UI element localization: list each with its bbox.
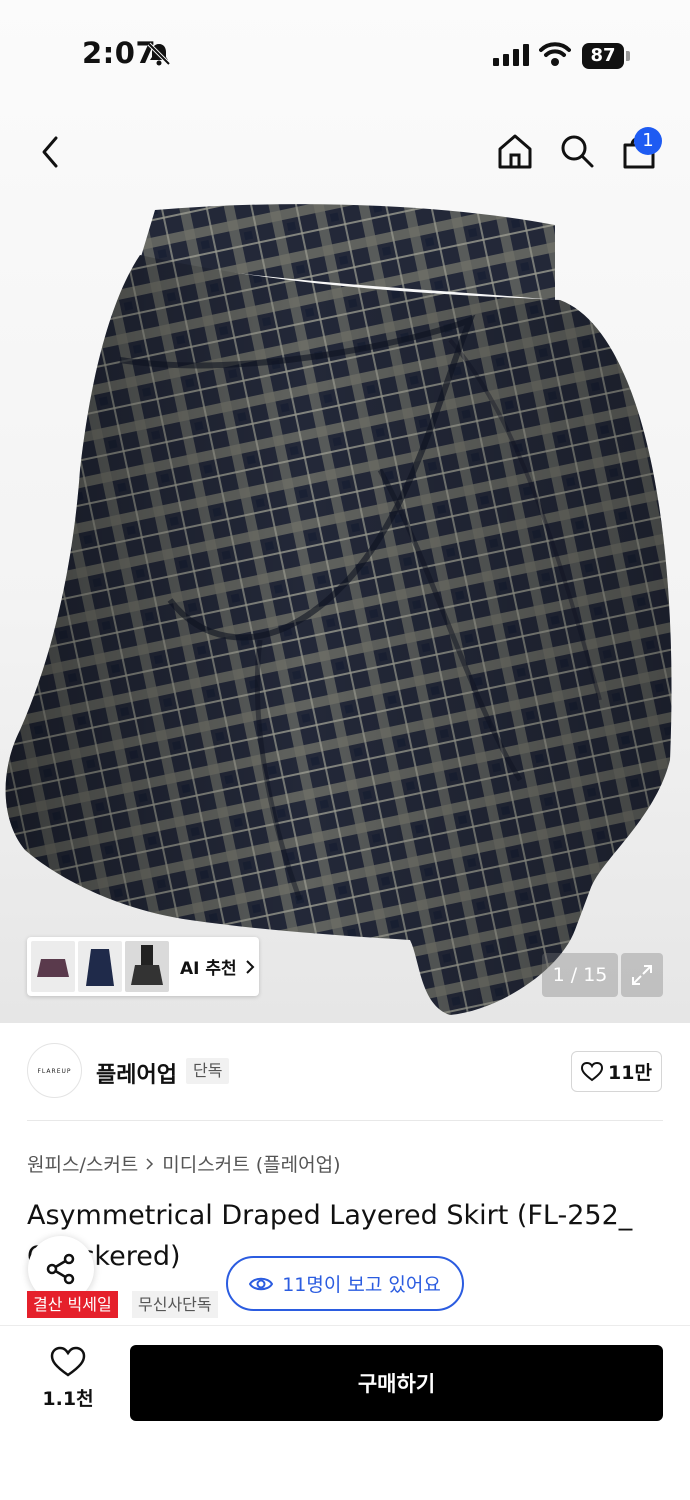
exclusive-tag: 단독 bbox=[186, 1058, 230, 1084]
brand-like-button[interactable]: 11만 bbox=[571, 1051, 662, 1092]
expand-image-button[interactable] bbox=[621, 953, 663, 997]
bottom-bar-divider bbox=[0, 1325, 690, 1326]
breadcrumb-category[interactable]: 원피스/스커트 bbox=[27, 1150, 138, 1177]
search-icon bbox=[561, 135, 594, 168]
search-button[interactable] bbox=[556, 130, 598, 172]
share-icon bbox=[46, 1253, 75, 1285]
ai-recommend-button[interactable]: AI 추천 bbox=[27, 937, 259, 996]
brand-like-count: 11만 bbox=[608, 1062, 652, 1084]
breadcrumb-chevron-icon bbox=[146, 1157, 154, 1170]
chevron-right-icon bbox=[245, 959, 255, 974]
back-chevron-icon bbox=[42, 136, 58, 168]
back-button[interactable] bbox=[30, 132, 70, 172]
buy-button[interactable]: 구매하기 bbox=[130, 1345, 663, 1421]
ai-recommend-label: AI 추천 bbox=[180, 959, 237, 979]
home-button[interactable] bbox=[494, 130, 536, 172]
heart-icon bbox=[581, 1061, 604, 1081]
wishlist-button[interactable]: 1.1천 bbox=[36, 1346, 100, 1416]
breadcrumb: 원피스/스커트 미디스커트 (플레어업) bbox=[27, 1150, 340, 1177]
breadcrumb-subcategory[interactable]: 미디스커트 (플레어업) bbox=[162, 1150, 340, 1177]
viewers-badge: 11명이 보고 있어요 bbox=[226, 1256, 464, 1311]
cart-count-badge: 1 bbox=[634, 127, 662, 155]
battery-tip bbox=[626, 51, 630, 61]
image-counter: 1 / 15 bbox=[542, 953, 618, 997]
eye-icon bbox=[249, 1277, 274, 1290]
viewers-text: 11명이 보고 있어요 bbox=[282, 1274, 441, 1296]
status-bar: 2:07 87 bbox=[0, 0, 690, 100]
home-icon bbox=[498, 134, 532, 169]
heart-icon bbox=[50, 1346, 86, 1377]
sale-tag: 결산 빅세일 bbox=[27, 1291, 118, 1318]
cellular-signal-icon bbox=[493, 44, 529, 66]
bell-off-icon bbox=[147, 42, 171, 66]
expand-icon bbox=[632, 965, 652, 985]
divider bbox=[27, 1120, 663, 1121]
recommend-thumb-1 bbox=[31, 941, 75, 992]
recommend-thumb-3 bbox=[125, 941, 169, 992]
wifi-icon bbox=[539, 42, 571, 66]
musinsa-exclusive-tag: 무신사단독 bbox=[132, 1291, 218, 1318]
battery-icon: 87 bbox=[582, 43, 624, 69]
brand-name[interactable]: 플레어업 bbox=[96, 1057, 177, 1089]
brand-logo[interactable]: FLAREUP bbox=[27, 1043, 82, 1098]
wishlist-count: 1.1천 bbox=[42, 1388, 94, 1410]
recommend-thumb-2 bbox=[78, 941, 122, 992]
